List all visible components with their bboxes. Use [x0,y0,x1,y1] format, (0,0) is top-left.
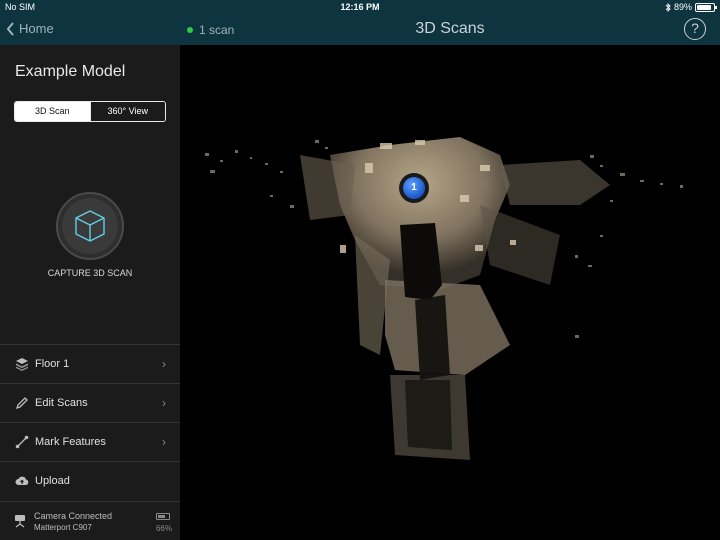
sidebar: Example Model 3D Scan 360° View CAPTURE … [0,45,180,540]
navigation-bar: Home 1 scan 3D Scans ? [0,15,720,45]
back-home-button[interactable]: Home [6,21,54,36]
scan-count-label: 1 scan [199,23,235,37]
status-right: 89% [665,2,717,12]
battery-icon [695,2,717,12]
line-icon [15,435,29,449]
camera-tripod-icon [14,514,26,533]
menu-item-label: Floor 1 [35,358,70,370]
capture-button-inner [62,198,118,254]
camera-status-text: Camera Connected [34,511,113,521]
layers-icon [15,357,29,371]
capture-label: CAPTURE 3D SCAN [47,268,133,278]
menu-item-floor[interactable]: Floor 1 › [0,344,180,383]
camera-model-text: Matterport C907 [34,523,92,532]
status-dot-icon [187,27,193,33]
point-cloud-floorplan [205,137,683,460]
menu-item-mark-features[interactable]: Mark Features › [0,422,180,461]
segment-360-view[interactable]: 360° View [89,102,165,121]
scan-marker[interactable]: 1 [399,173,429,203]
camera-battery-percent: 66% [155,524,172,533]
menu-item-edit-scans[interactable]: Edit Scans › [0,383,180,422]
view-mode-segmented-control: 3D Scan 360° View [14,101,166,122]
help-button[interactable]: ? [684,18,706,40]
bluetooth-icon [665,2,671,12]
capture-3d-scan-button[interactable] [56,192,124,260]
status-time: 12:16 PM [340,2,380,12]
segment-3d-scan[interactable]: 3D Scan [15,102,90,121]
menu-item-label: Upload [35,475,70,487]
menu-item-label: Edit Scans [35,397,88,409]
chevron-right-icon: › [162,396,166,410]
scan-viewport[interactable]: 1 [180,45,720,540]
scan-count-indicator: 1 scan [187,23,234,37]
status-bar: No SIM 12:16 PM 89% [0,0,720,15]
scan-marker-number: 1 [403,177,425,199]
cube-icon [75,210,105,242]
chevron-right-icon: › [162,357,166,371]
chevron-right-icon: › [162,435,166,449]
back-label: Home [19,21,54,36]
menu-item-upload[interactable]: Upload [0,461,180,500]
pencil-icon [15,396,29,410]
camera-status: Camera Connected Matterport C907 66% [0,501,180,540]
chevron-left-icon [6,21,14,36]
menu-item-label: Mark Features [35,436,106,448]
camera-battery-icon [156,513,170,520]
model-title: Example Model [15,63,126,80]
battery-percent: 89% [673,2,692,12]
page-title: 3D Scans [415,20,485,37]
cloud-upload-icon [15,474,29,488]
